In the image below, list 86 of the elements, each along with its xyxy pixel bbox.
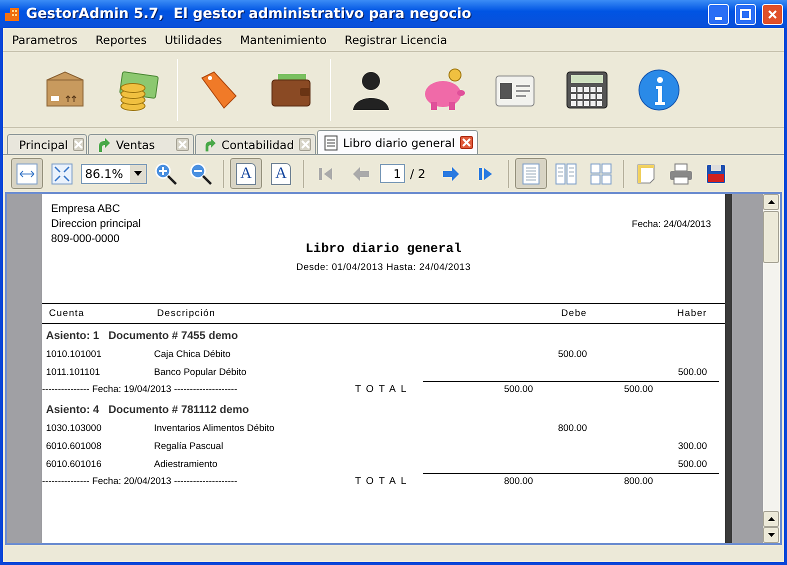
- zoom-in-icon: [154, 162, 178, 186]
- window-title: GestorAdmin 5.7, El gestor administrativo para negocio: [26, 6, 472, 22]
- expand-icon: [51, 162, 73, 184]
- minimize-button[interactable]: [708, 4, 729, 24]
- left-arrow-icon: [352, 166, 370, 182]
- maximize-button[interactable]: [735, 4, 756, 24]
- account-cell-text: 1010.101001: [46, 348, 102, 360]
- description-cell-text: Inventarios Alimentos Débito: [154, 422, 276, 434]
- tab[interactable]: Contabilidad: [195, 134, 316, 154]
- zoom-out-icon: [189, 162, 213, 186]
- total-debit: 500.00: [502, 384, 533, 394]
- zoom-select[interactable]: 86.1%: [81, 164, 147, 184]
- caret-icon: [134, 171, 142, 176]
- tab-label: Principal: [19, 138, 68, 152]
- tab[interactable]: Libro diario general: [317, 130, 478, 154]
- description-cell-text: Caja Chica Débito: [154, 348, 232, 360]
- entry-heading: Asiento: 4 Documento # 781112 demo: [45, 403, 250, 418]
- total-credit: 500.00: [622, 384, 653, 394]
- single-page-icon: [520, 162, 542, 184]
- tab-label: Contabilidad: [222, 138, 294, 152]
- tab[interactable]: Ventas: [88, 134, 194, 154]
- total-label: TOTAL: [355, 476, 412, 486]
- account-cell-text: 1030.103000: [46, 422, 102, 434]
- page-layout-button[interactable]: [514, 158, 546, 189]
- menu-item[interactable]: Registrar Licencia: [336, 32, 456, 46]
- tab[interactable]: Principal: [7, 134, 87, 154]
- description-cell-text: Banco Popular Débito: [154, 366, 248, 378]
- page-count: / 2: [410, 166, 426, 180]
- fit-width-icon: [16, 162, 38, 184]
- document-icon: [324, 134, 338, 150]
- menu-item[interactable]: Reportes: [86, 32, 156, 46]
- description-cell-text: Adiestramiento: [154, 458, 218, 470]
- scrollbar-thumb[interactable]: [763, 211, 779, 263]
- down-arrow-icon[interactable]: [768, 533, 774, 537]
- column-header: Descripción: [157, 308, 216, 319]
- column-header: Cuenta: [49, 308, 86, 319]
- credit-cell: 500.00: [678, 366, 707, 378]
- debit-cell: 500.00: [558, 348, 587, 360]
- account-cell-text: 6010.601016: [46, 458, 102, 470]
- first-page-icon: [318, 166, 334, 182]
- report-title: Libro diario general: [304, 241, 463, 256]
- up-arrow-icon[interactable]: [768, 200, 774, 204]
- menu-item[interactable]: Parametros: [3, 32, 87, 46]
- total-debit: 800.00: [502, 476, 533, 486]
- close-button[interactable]: [762, 4, 783, 24]
- page-number-field[interactable]: 1: [380, 164, 405, 183]
- tab-label: Libro diario general: [343, 136, 455, 150]
- up-arrow-icon[interactable]: [768, 517, 774, 521]
- floppy-pdf-icon: [706, 164, 726, 184]
- dropdown-button[interactable]: [130, 164, 146, 182]
- ruler-page-icon: [636, 162, 656, 184]
- menu-item[interactable]: Utilidades: [156, 32, 231, 46]
- fit-width-button[interactable]: [11, 158, 43, 189]
- total-credit: 800.00: [622, 476, 653, 486]
- column-header: Debe: [560, 308, 587, 319]
- company-info: 809-000-0000: [51, 232, 121, 247]
- two-pages-icon: [554, 162, 576, 184]
- entry-heading: Asiento: 1 Documento # 7455 demo: [45, 329, 239, 344]
- company-info: Direccion principal: [51, 217, 141, 232]
- tab-close-icon[interactable]: [460, 136, 473, 149]
- entry-date: --------------- Fecha: 19/04/2013 --------------------: [42, 384, 238, 394]
- text-mode-button[interactable]: A: [265, 158, 297, 189]
- four-pages-icon: [590, 162, 612, 184]
- maximize-icon: [740, 8, 751, 20]
- tab-label: Ventas: [116, 138, 155, 152]
- last-page-icon: [478, 166, 494, 182]
- credit-cell: 300.00: [678, 440, 707, 452]
- total-label: TOTAL: [355, 384, 412, 394]
- entry-date: --------------- Fecha: 20/04/2013 --------------------: [42, 476, 238, 486]
- credit-cell: 500.00: [678, 458, 707, 470]
- minimize-icon: [715, 16, 722, 20]
- description-cell-text: Regalía Pascual: [154, 440, 224, 452]
- company-info: Empresa ABC: [51, 202, 122, 217]
- right-arrow-icon: [442, 166, 460, 182]
- report-date: Fecha: 24/04/2013: [632, 219, 711, 230]
- account-cell-text: 6010.601008: [46, 440, 102, 452]
- printer-icon: [668, 162, 692, 184]
- debit-cell: 800.00: [558, 422, 587, 434]
- column-header: Haber: [676, 308, 707, 319]
- text-mode-button[interactable]: A: [230, 158, 262, 189]
- menu-item[interactable]: Mantenimiento: [230, 32, 336, 46]
- vertical-scrollbar[interactable]: [763, 194, 780, 543]
- date-range: Desde: 01/04/2013 Hasta: 24/04/2013: [295, 262, 472, 273]
- account-cell-text: 1011.101101: [46, 366, 102, 378]
- app-logo-icon: [4, 6, 20, 22]
- close-icon: [768, 10, 777, 18]
